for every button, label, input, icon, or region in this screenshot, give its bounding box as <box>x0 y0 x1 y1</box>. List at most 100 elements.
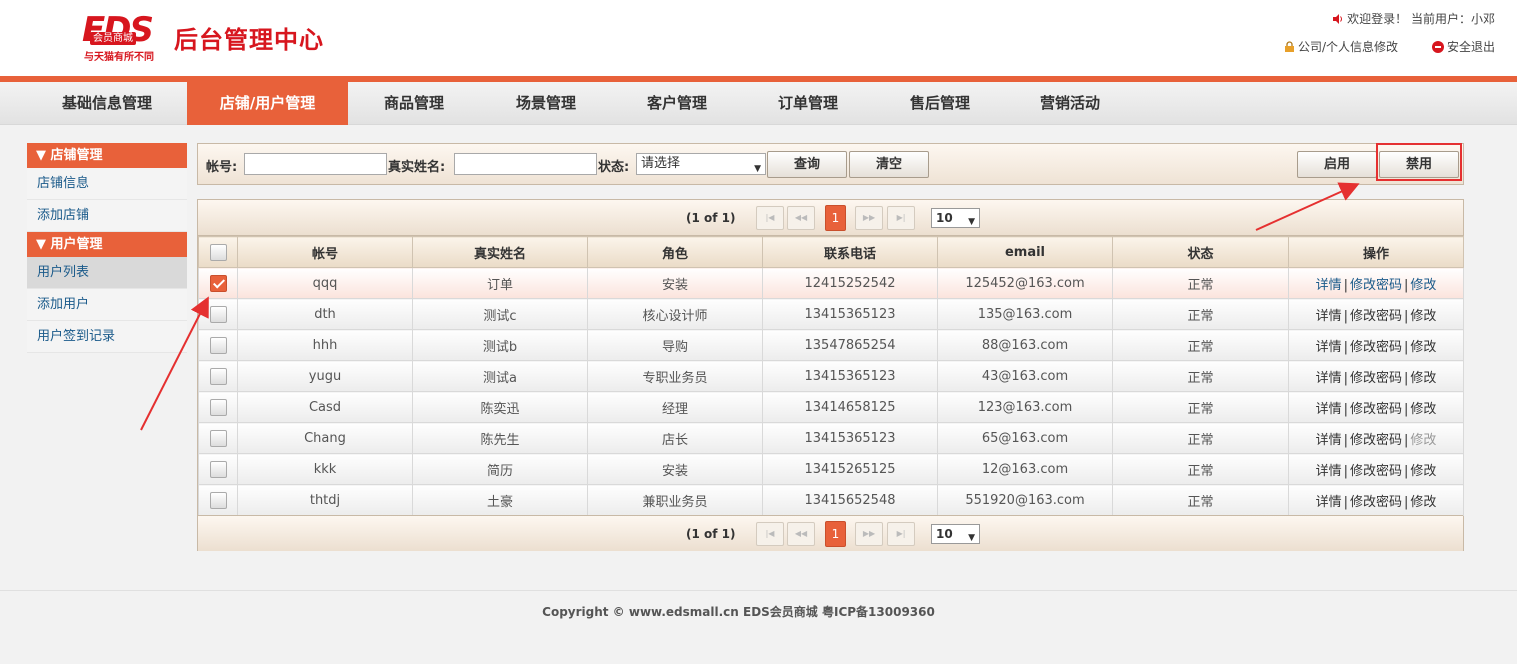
chevron-down-icon: ▼ <box>754 164 761 174</box>
current-page[interactable]: 1 <box>825 521 846 547</box>
realname-input[interactable] <box>454 153 597 175</box>
nav-scenes[interactable]: 场景管理 <box>480 82 612 125</box>
edit-link[interactable]: 修改 <box>1410 495 1436 510</box>
enable-button[interactable]: 启用 <box>1297 151 1377 178</box>
next-page-icon[interactable]: ▶▶ <box>855 206 883 230</box>
edit-link[interactable]: 修改 <box>1410 371 1436 386</box>
table-row[interactable]: Chang 陈先生 店长 13415365123 65@163.com 正常 详情 | 修改密码… <box>198 422 1464 454</box>
nav-after-sales[interactable]: 售后管理 <box>874 82 1006 125</box>
logout-link[interactable]: 安全退出 <box>1431 38 1495 55</box>
cell-realname: 简历 <box>412 453 588 485</box>
change-password-link[interactable]: 修改密码 <box>1350 340 1402 355</box>
detail-link[interactable]: 详情 <box>1316 464 1342 479</box>
row-select-cell[interactable] <box>198 329 238 361</box>
row-select-cell[interactable] <box>198 422 238 454</box>
row-checkbox[interactable] <box>209 305 227 323</box>
first-page-icon[interactable]: |◀ <box>756 206 784 230</box>
nav-orders[interactable]: 订单管理 <box>742 82 874 125</box>
row-checkbox[interactable] <box>209 429 227 447</box>
edit-link[interactable]: 修改 <box>1410 278 1436 293</box>
detail-link[interactable]: 详情 <box>1316 402 1342 417</box>
table-row[interactable]: Casd 陈奕迅 经理 13414658125 123@163.com 正常 详情 | 修改密码… <box>198 391 1464 423</box>
change-password-link[interactable]: 修改密码 <box>1350 433 1402 448</box>
select-all-checkbox[interactable] <box>209 243 227 261</box>
edit-link[interactable]: 修改 <box>1410 464 1436 479</box>
cell-role: 店长 <box>587 422 763 454</box>
sidebar-group-store[interactable]: ▼ 店铺管理 <box>27 143 187 168</box>
page-size-select[interactable]: 10 ▼ <box>931 208 980 228</box>
change-password-link[interactable]: 修改密码 <box>1350 309 1402 324</box>
nav-customers[interactable]: 客户管理 <box>612 82 742 125</box>
first-page-icon[interactable]: |◀ <box>756 522 784 546</box>
row-select-cell[interactable] <box>198 484 238 516</box>
row-select-cell[interactable] <box>198 360 238 392</box>
page-size-select[interactable]: 10 ▼ <box>931 524 980 544</box>
change-password-link[interactable]: 修改密码 <box>1350 464 1402 479</box>
edit-link[interactable]: 修改 <box>1410 309 1436 324</box>
prev-page-icon[interactable]: ◀◀ <box>787 522 815 546</box>
sidebar-item-user-list[interactable]: 用户列表 <box>27 257 187 289</box>
row-select-cell[interactable] <box>198 453 238 485</box>
last-page-icon[interactable]: ▶| <box>887 206 915 230</box>
select-all-cell[interactable] <box>198 236 238 268</box>
table-row[interactable]: hhh 测试b 导购 13547865254 88@163.com 正常 详情 | 修改密码 | 修… <box>198 329 1464 361</box>
detail-link[interactable]: 详情 <box>1316 309 1342 324</box>
detail-link[interactable]: 详情 <box>1316 371 1342 386</box>
nav-basic-info[interactable]: 基础信息管理 <box>27 82 187 125</box>
table-row[interactable]: kkk 简历 安装 13415265125 12@163.com 正常 详情 | 修改密码 | 修改 <box>198 453 1464 485</box>
detail-link[interactable]: 详情 <box>1316 278 1342 293</box>
row-checkbox[interactable] <box>209 491 227 509</box>
nav-marketing[interactable]: 营销活动 <box>1006 82 1134 125</box>
edit-link[interactable]: 修改 <box>1410 402 1436 417</box>
sidebar-item-add-user[interactable]: 添加用户 <box>27 289 187 321</box>
row-checkbox[interactable] <box>209 398 227 416</box>
row-checkbox[interactable] <box>209 367 227 385</box>
change-password-link[interactable]: 修改密码 <box>1350 402 1402 417</box>
logo[interactable]: EDS 会员商城 与天猫有所不同 <box>82 12 172 63</box>
prev-page-icon[interactable]: ◀◀ <box>787 206 815 230</box>
op-separator: | <box>1343 432 1348 448</box>
row-select-cell[interactable] <box>198 298 238 330</box>
current-page[interactable]: 1 <box>825 205 846 231</box>
clear-button[interactable]: 清空 <box>849 151 929 178</box>
next-page-icon[interactable]: ▶▶ <box>855 522 883 546</box>
table-row[interactable]: dth 测试c 核心设计师 13415365123 135@163.com 正常 详情 | 修改… <box>198 298 1464 330</box>
query-button[interactable]: 查询 <box>767 151 847 178</box>
account-input[interactable] <box>244 153 387 175</box>
sidebar-item-checkin-log[interactable]: 用户签到记录 <box>27 321 187 353</box>
op-separator: | <box>1343 339 1348 355</box>
change-password-link[interactable]: 修改密码 <box>1350 495 1402 510</box>
cell-phone: 13547865254 <box>762 329 938 361</box>
sidebar-item-add-store[interactable]: 添加店铺 <box>27 200 187 232</box>
cell-email: 65@163.com <box>937 422 1113 454</box>
cell-role: 核心设计师 <box>587 298 763 330</box>
edit-link[interactable]: 修改 <box>1410 433 1436 448</box>
table-row[interactable]: qqq 订单 安装 12415252542 125452@163.com 正常 详情 | 修改密… <box>198 267 1464 299</box>
pager-info: (1 of 1) <box>686 211 736 225</box>
row-checkbox[interactable] <box>209 336 227 354</box>
sidebar-item-store-info[interactable]: 店铺信息 <box>27 168 187 200</box>
cell-role: 经理 <box>587 391 763 423</box>
detail-link[interactable]: 详情 <box>1316 433 1342 448</box>
status-select[interactable]: 请选择 ▼ <box>636 153 766 175</box>
table-row[interactable]: thtdj 土豪 兼职业务员 13415652548 551920@163.com 正常详… <box>198 484 1464 516</box>
col-email: email <box>937 236 1113 268</box>
row-checkbox[interactable] <box>209 274 227 292</box>
table-row[interactable]: yugu 测试a 专职业务员 13415365123 43@163.com 正常 详情 | 修改… <box>198 360 1464 392</box>
row-select-cell[interactable] <box>198 267 238 299</box>
detail-link[interactable]: 详情 <box>1316 340 1342 355</box>
cell-phone: 13415365123 <box>762 298 938 330</box>
company-info-label: 公司/个人信息修改 <box>1297 40 1398 54</box>
nav-store-user[interactable]: 店铺/用户管理 <box>187 82 348 125</box>
company-info-link[interactable]: 公司/个人信息修改 <box>1284 38 1398 55</box>
logout-label: 安全退出 <box>1446 40 1495 54</box>
detail-link[interactable]: 详情 <box>1316 495 1342 510</box>
row-select-cell[interactable] <box>198 391 238 423</box>
nav-products[interactable]: 商品管理 <box>348 82 480 125</box>
sidebar-group-user[interactable]: ▼ 用户管理 <box>27 232 187 257</box>
edit-link[interactable]: 修改 <box>1410 340 1436 355</box>
change-password-link[interactable]: 修改密码 <box>1350 371 1402 386</box>
change-password-link[interactable]: 修改密码 <box>1350 278 1402 293</box>
row-checkbox[interactable] <box>209 460 227 478</box>
last-page-icon[interactable]: ▶| <box>887 522 915 546</box>
